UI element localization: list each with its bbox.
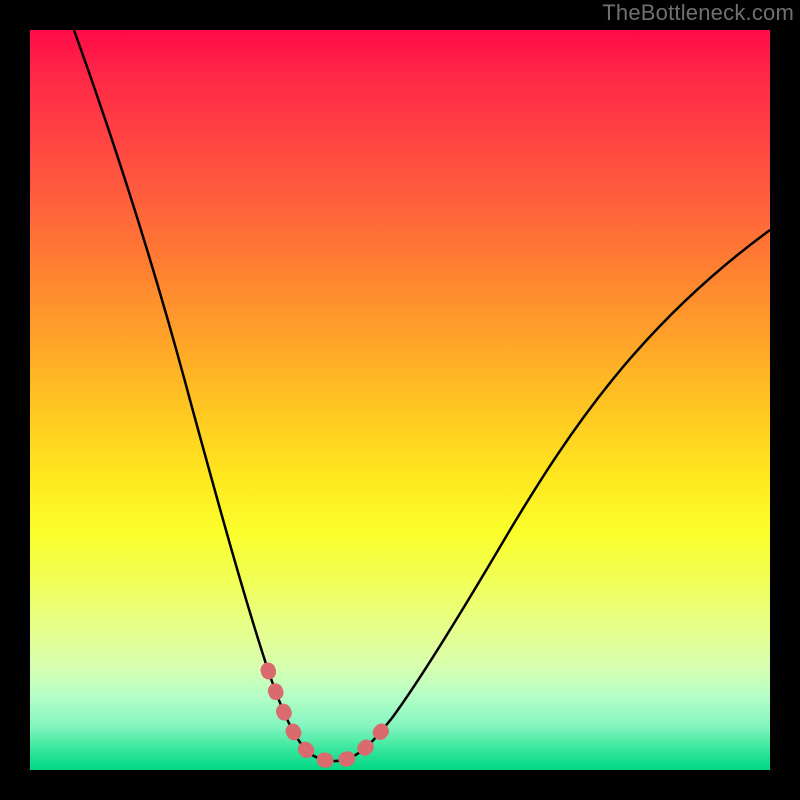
- bottleneck-curve-path: [74, 30, 770, 761]
- curve-svg: [30, 30, 770, 770]
- plot-area: [30, 30, 770, 770]
- highlight-segment-path: [268, 670, 388, 761]
- chart-frame: TheBottleneck.com: [0, 0, 800, 800]
- watermark-text: TheBottleneck.com: [602, 0, 794, 26]
